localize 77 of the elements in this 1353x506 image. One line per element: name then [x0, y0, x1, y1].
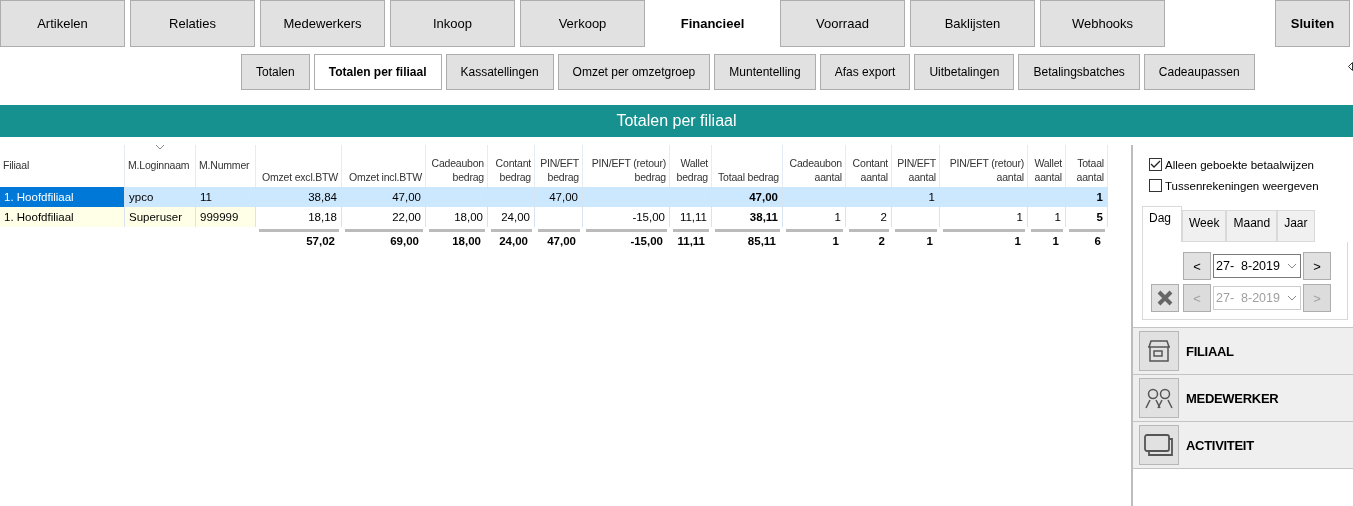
table-cell: ypco: [125, 187, 196, 207]
main-tab[interactable]: Baklijsten: [910, 0, 1035, 47]
table-cell: 47,00: [342, 187, 426, 207]
total-cell-text: 11,11: [676, 234, 706, 249]
table-cell: [488, 187, 535, 207]
sub-tab[interactable]: Totalen per filiaal: [313, 54, 442, 90]
previous-button[interactable]: <: [1183, 252, 1211, 280]
table-cell: 999999: [196, 207, 256, 227]
clear-button[interactable]: [1151, 284, 1179, 312]
section-label: FILIAAL: [1186, 343, 1234, 359]
total-cell-text: 6: [1093, 234, 1102, 249]
sub-tab[interactable]: Uitbetalingen: [914, 54, 1015, 90]
total-cell-text: 24,00: [498, 234, 529, 249]
table-cell: 47,00: [712, 187, 783, 207]
section-header[interactable]: MEDEWERKER: [1133, 375, 1353, 422]
table-cell: [783, 187, 846, 207]
sub-tab[interactable]: Omzet per omzetgroep: [557, 54, 711, 90]
total-cell-text: 1: [1013, 234, 1022, 249]
main-tab[interactable]: Relaties: [130, 0, 255, 47]
total-cell-text: 1: [831, 234, 840, 249]
table-cell: [670, 187, 712, 207]
checkbox[interactable]: [1149, 158, 1162, 171]
store-icon: [1146, 339, 1172, 363]
people-icon: [1145, 387, 1173, 409]
table-cell: 1: [892, 187, 940, 207]
main-tab[interactable]: Artikelen: [0, 0, 125, 47]
date-field[interactable]: 27- 8-2019: [1213, 254, 1301, 278]
period-tab[interactable]: Dag: [1142, 206, 1182, 242]
period-tab[interactable]: Week: [1182, 210, 1227, 242]
main-tab[interactable]: Voorraad: [780, 0, 905, 47]
sub-tab[interactable]: Totalen: [241, 54, 310, 90]
checkbox-label: Tussenrekeningen weergeven: [1165, 179, 1319, 192]
total-cell-text: 18,00: [451, 234, 482, 249]
section-header[interactable]: FILIAAL: [1133, 328, 1353, 375]
section-label: ACTIVITEIT: [1186, 437, 1254, 453]
total-cell-text: 2: [877, 234, 886, 249]
main-tab[interactable]: Verkoop: [520, 0, 645, 47]
table-cell: 11: [196, 187, 256, 207]
sub-tab[interactable]: Cadeaupassen: [1143, 54, 1255, 90]
table-cell: [1028, 187, 1066, 207]
table-cell: 1. Hoofdfiliaal: [0, 207, 125, 227]
main-tab[interactable]: Medewerkers: [260, 0, 385, 47]
close-icon: [1157, 290, 1173, 306]
table-cell: [846, 187, 892, 207]
total-cell-text: 1: [925, 234, 934, 249]
section-label: MEDEWERKER: [1186, 390, 1279, 406]
chevron-down-icon: [1288, 263, 1296, 269]
checkbox-label: Alleen geboekte betaalwijzen: [1165, 158, 1314, 171]
total-cell-text: 69,00: [389, 234, 420, 249]
main-tab[interactable]: Inkoop: [390, 0, 515, 47]
total-cell-text: 57,02: [305, 234, 336, 249]
total-cell-text: 85,11: [746, 234, 777, 249]
table-cell: 38,84: [256, 187, 342, 207]
total-cell-text: 1: [1051, 234, 1060, 249]
chevron-down-icon: [1288, 295, 1296, 301]
sort-icon: [155, 144, 165, 150]
main-tab[interactable]: Webhooks: [1040, 0, 1165, 47]
close-button[interactable]: Sluiten: [1275, 0, 1350, 47]
table-cell: 1. Hoofdfiliaal: [0, 187, 125, 207]
section-header[interactable]: ACTIVITEIT: [1133, 422, 1353, 469]
table-cell: 1: [1066, 187, 1108, 207]
total-cell-text: 47,00: [546, 234, 577, 249]
windows-icon: [1143, 433, 1175, 457]
panel-title: Totalen per filiaal: [0, 105, 1353, 137]
period-tab[interactable]: Jaar: [1277, 210, 1315, 242]
sub-tab[interactable]: Muntentelling: [714, 54, 816, 90]
table-cell: 47,00: [535, 187, 583, 207]
table-cell: [426, 187, 488, 207]
table-cell: Superuser: [125, 207, 196, 227]
sub-tab[interactable]: Afas export: [819, 54, 911, 90]
checkbox[interactable]: [1149, 179, 1162, 192]
sub-tab[interactable]: Betalingsbatches: [1018, 54, 1140, 90]
period-tab[interactable]: Maand: [1226, 210, 1278, 242]
total-cell-text: -15,00: [629, 234, 664, 249]
next-button[interactable]: >: [1303, 252, 1331, 280]
collapse-arrow-icon[interactable]: [1348, 62, 1353, 71]
sub-tab[interactable]: Kassatellingen: [445, 54, 554, 90]
